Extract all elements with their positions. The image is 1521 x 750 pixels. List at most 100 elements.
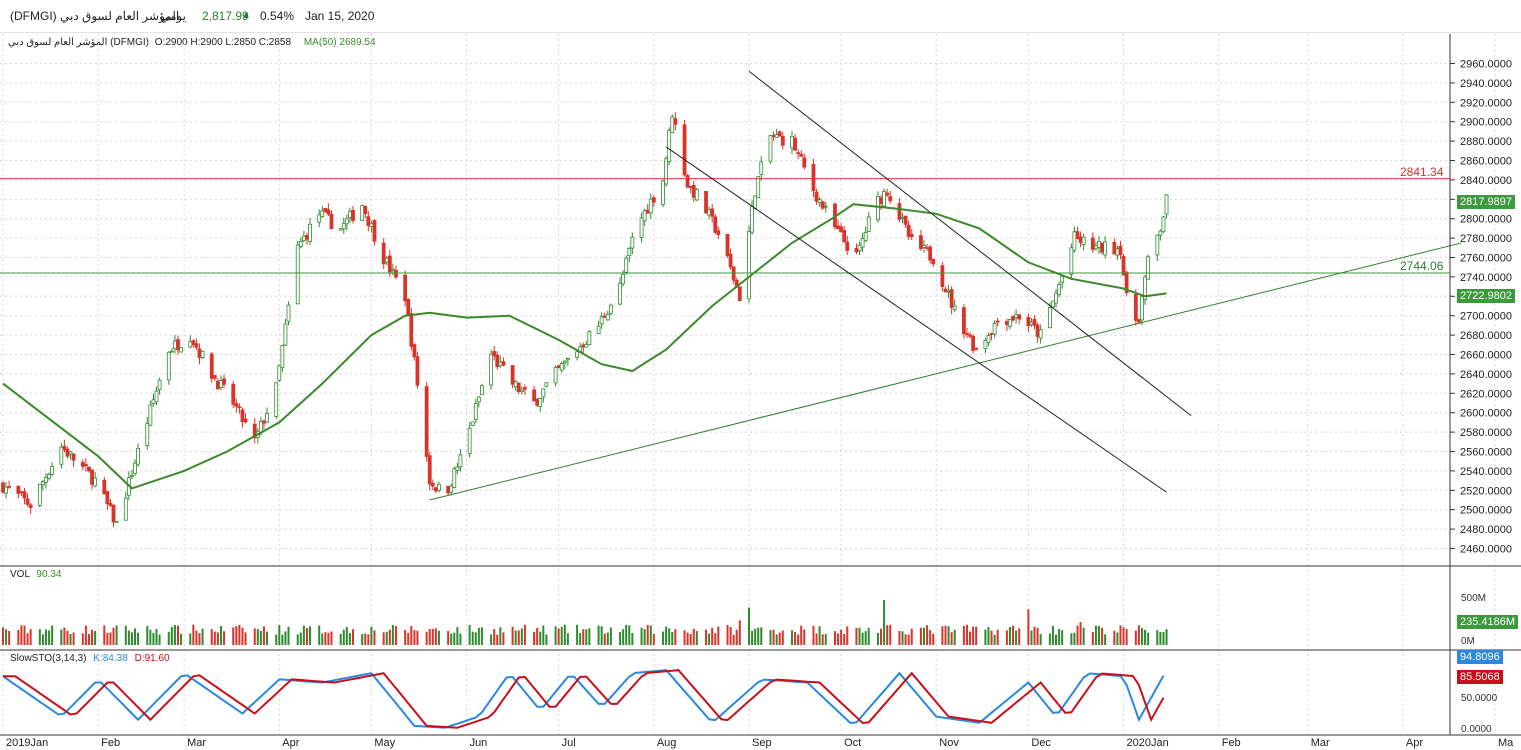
volume-bar	[198, 633, 201, 645]
candle-body	[587, 331, 592, 346]
volume-bar	[557, 628, 560, 645]
candle-body	[166, 351, 171, 381]
volume-bar	[1055, 634, 1058, 645]
candle-body	[372, 220, 377, 242]
candle-body	[219, 380, 223, 388]
time-tick-label: Oct	[844, 737, 861, 749]
volume-bar	[876, 632, 879, 645]
volume-bar	[373, 630, 376, 645]
candle-body	[860, 238, 865, 248]
volume-bar	[1125, 628, 1128, 645]
candle-body	[645, 210, 650, 214]
candle-body	[553, 366, 558, 384]
candle-body	[265, 413, 269, 423]
volume-bar	[437, 630, 440, 645]
candle-body	[667, 129, 672, 162]
volume-bar	[434, 628, 437, 645]
price-chart[interactable]: 2460.0000 2480.0000 2500.0000 2520.0000 2540…	[0, 0, 1521, 750]
volume-bar	[244, 632, 247, 645]
candle-body	[1017, 314, 1022, 320]
volume-bar	[797, 634, 800, 645]
candle-body	[348, 211, 352, 218]
volume-bar	[993, 634, 996, 645]
candle-body	[799, 153, 804, 157]
candle-body	[176, 339, 180, 351]
candle-body	[430, 482, 435, 487]
volume-bar	[889, 624, 892, 645]
time-tick-label: Apr	[282, 737, 299, 749]
volume-bar	[662, 631, 665, 645]
candle-body	[817, 199, 822, 204]
volume-bar	[305, 628, 308, 645]
volume-bar	[256, 629, 259, 645]
candle-body	[750, 205, 754, 233]
volume-bar	[695, 631, 698, 645]
volume-bar	[137, 632, 140, 645]
candle-body	[1118, 245, 1123, 255]
volume-bar	[582, 629, 585, 645]
candle-body	[793, 137, 797, 151]
candle-body	[532, 389, 537, 402]
support-price-label: 2744.06	[1400, 259, 1444, 273]
candle-body	[498, 361, 503, 367]
candle-body	[403, 274, 408, 302]
candle-body	[387, 255, 392, 273]
candle-body	[320, 210, 325, 218]
volume-bar	[692, 628, 695, 645]
candle-body	[19, 491, 24, 494]
candle-body	[1115, 248, 1120, 256]
volume-bar	[345, 626, 348, 645]
volume-bar	[536, 628, 539, 645]
candle-body	[682, 124, 687, 176]
candle-body	[148, 404, 153, 426]
candle-body	[952, 305, 957, 310]
volume-bar	[803, 629, 806, 645]
volume-bar	[302, 625, 305, 645]
volume-bar	[149, 629, 152, 645]
candle-body	[971, 335, 976, 351]
candle-body	[814, 191, 819, 202]
volume-bar	[837, 633, 840, 645]
volume-bar	[705, 629, 708, 645]
volume-bar	[923, 627, 925, 645]
candle-body	[876, 195, 880, 221]
volume-bar	[947, 626, 950, 645]
volume-bar	[1058, 628, 1061, 645]
volume-bar	[714, 633, 717, 645]
candle-body	[1029, 321, 1034, 326]
volume-bar	[404, 630, 407, 645]
candle-body	[866, 216, 871, 232]
volume-bar	[1134, 630, 1137, 645]
volume-bar	[1165, 629, 1168, 645]
candle-body	[863, 232, 868, 241]
stoch-k-line	[2, 669, 1165, 729]
candle-body	[538, 398, 543, 407]
stoch-d-marker: 85.5068	[1457, 670, 1503, 684]
volume-bar	[388, 629, 391, 645]
volume-bar	[1008, 627, 1011, 645]
candle-body	[154, 390, 159, 403]
volume-bar	[370, 626, 373, 645]
volume-bar	[324, 632, 327, 645]
candle-body	[1, 482, 5, 493]
volume-bar	[969, 631, 972, 645]
candle-body	[642, 210, 647, 222]
volume-bar	[38, 629, 41, 645]
candle-body	[295, 244, 300, 305]
volume-bar	[474, 632, 477, 645]
volume-bar	[1162, 631, 1165, 645]
volume-bar	[235, 626, 238, 645]
time-tick-label: May	[374, 737, 395, 749]
candle-body	[274, 382, 279, 417]
candle-body	[903, 215, 908, 225]
volume-bar	[327, 632, 330, 645]
candle-body	[661, 180, 665, 205]
candle-body	[59, 446, 64, 465]
volume-bar	[975, 626, 978, 645]
price-tick-label: 2620.0000	[1460, 388, 1512, 400]
volume-bar	[130, 632, 133, 645]
candle-body	[1140, 296, 1144, 321]
candle-body	[596, 325, 601, 335]
volume-bar	[284, 631, 287, 645]
candle-body	[906, 224, 911, 237]
